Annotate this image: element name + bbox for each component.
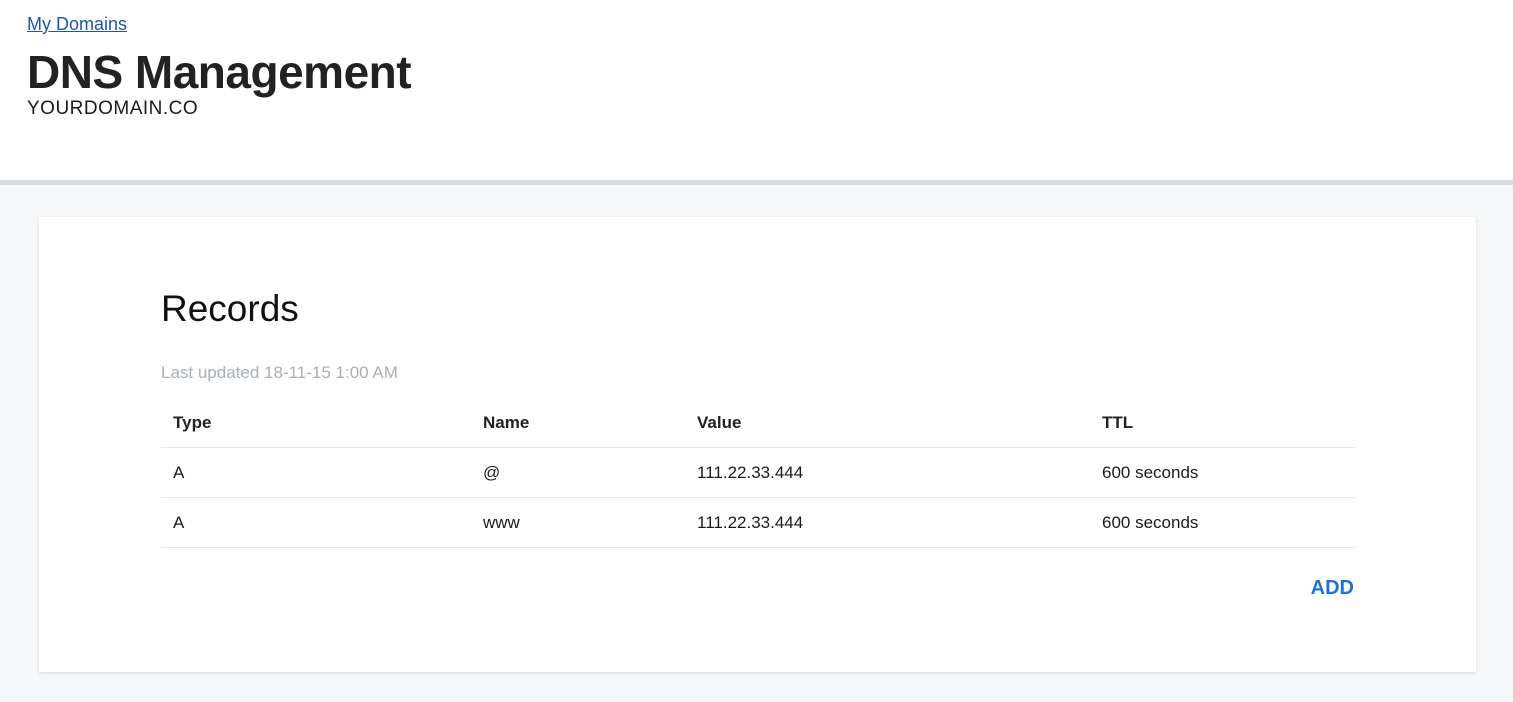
records-table: Type Name Value TTL A @ 111.22.33.444 60…	[161, 398, 1355, 548]
column-header-name: Name	[471, 398, 685, 448]
record-ttl-cell: 600 seconds	[1090, 497, 1355, 548]
column-header-value: Value	[685, 398, 1090, 448]
record-value-cell: 111.22.33.444	[685, 447, 1090, 498]
column-header-type: Type	[161, 398, 471, 448]
table-row[interactable]: A @ 111.22.33.444 600 seconds	[161, 447, 1355, 498]
record-name-cell: www	[471, 497, 685, 548]
records-card: Records Last updated 18-11-15 1:00 AM Ty…	[39, 217, 1476, 672]
records-heading: Records	[161, 288, 299, 329]
add-record-button[interactable]: ADD	[1311, 577, 1354, 600]
page-header: My Domains DNS Management YOURDOMAIN.CO	[0, 0, 1513, 185]
domain-name: YOURDOMAIN.CO	[27, 98, 199, 119]
record-name-cell: @	[471, 447, 685, 498]
page-title: DNS Management	[27, 46, 412, 98]
record-type-cell: A	[161, 497, 471, 548]
breadcrumb-my-domains-link[interactable]: My Domains	[27, 14, 127, 35]
table-row[interactable]: A www 111.22.33.444 600 seconds	[161, 497, 1355, 548]
record-ttl-cell: 600 seconds	[1090, 447, 1355, 498]
record-value-cell: 111.22.33.444	[685, 497, 1090, 548]
column-header-ttl: TTL	[1090, 398, 1355, 448]
table-header-row: Type Name Value TTL	[161, 398, 1355, 448]
record-type-cell: A	[161, 447, 471, 498]
last-updated-text: Last updated 18-11-15 1:00 AM	[161, 363, 398, 382]
